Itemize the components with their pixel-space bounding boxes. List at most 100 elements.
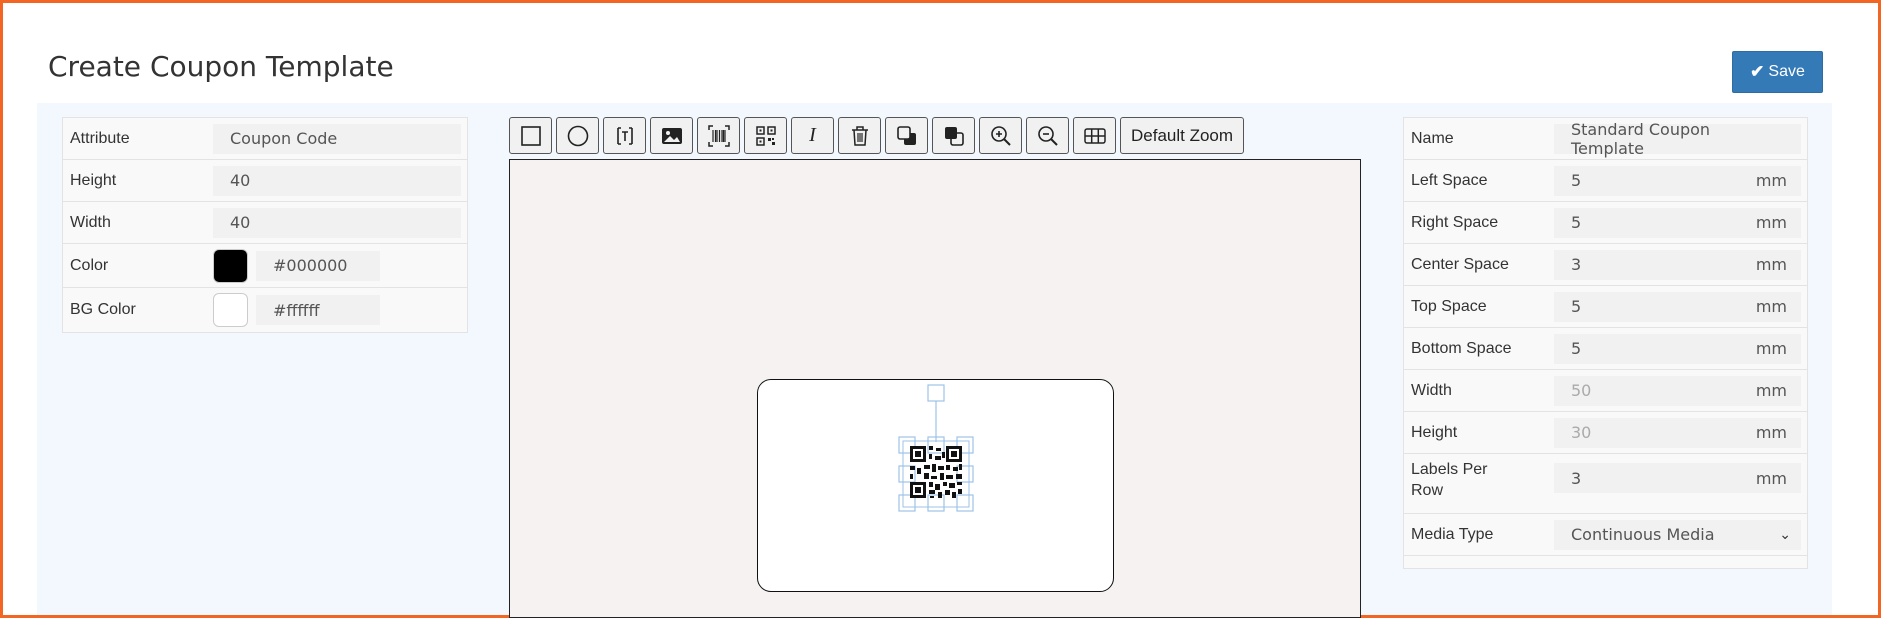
labels-per-row-unit: mm — [1755, 468, 1787, 488]
right-space-input[interactable]: 5 mm — [1554, 207, 1801, 238]
height-row: Height 40 — [63, 160, 467, 202]
qr-code-tool-button[interactable] — [744, 117, 787, 154]
image-tool-button[interactable] — [650, 117, 693, 154]
bottom-space-value: 5 — [1571, 339, 1582, 358]
zoom-out-icon — [1037, 125, 1058, 146]
width-setting-unit: mm — [1755, 381, 1787, 400]
attribute-label: Attribute — [70, 129, 130, 147]
bg-color-swatch[interactable] — [213, 293, 248, 327]
right-space-value: 5 — [1571, 213, 1582, 232]
save-button-label: Save — [1768, 63, 1805, 80]
design-toolbar: I Default Zoom — [509, 117, 1245, 154]
bg-color-label: BG Color — [70, 301, 136, 318]
attribute-input[interactable]: Coupon Code — [213, 123, 461, 154]
height-setting-value: 30 — [1571, 423, 1592, 442]
width-row: Width 40 — [63, 202, 467, 244]
name-input[interactable]: Standard Coupon Template — [1554, 120, 1801, 158]
name-row: Name Standard Coupon Template — [1404, 118, 1807, 160]
delete-button[interactable] — [838, 117, 881, 154]
check-icon: ✔ — [1750, 62, 1765, 81]
height-setting-label: Height — [1411, 423, 1458, 441]
send-backward-button[interactable] — [885, 117, 928, 154]
width-setting-row: Width 50 mm — [1404, 370, 1807, 412]
zoom-in-icon — [990, 125, 1011, 146]
attribute-panel: Attribute Coupon Code Height 40 Width 40… — [62, 117, 468, 333]
width-setting-value: 50 — [1571, 381, 1592, 400]
width-input[interactable]: 40 — [213, 207, 461, 238]
bring-forward-icon — [944, 126, 964, 146]
top-space-value: 5 — [1571, 297, 1582, 316]
bg-color-row: BG Color #ffffff — [63, 288, 467, 332]
design-canvas[interactable] — [509, 159, 1361, 618]
grid-toggle-button[interactable] — [1073, 117, 1116, 154]
text-box-icon — [616, 126, 633, 145]
qr-code-icon — [755, 125, 776, 146]
barcode-tool-button[interactable] — [697, 117, 740, 154]
width-setting-input: 50 mm — [1554, 375, 1801, 406]
left-space-value: 5 — [1571, 171, 1582, 190]
media-type-select[interactable]: Continuous Media ⌄ — [1554, 519, 1801, 550]
italic-text-tool-button[interactable]: I — [791, 117, 834, 154]
color-swatch[interactable] — [213, 248, 248, 283]
right-space-row: Right Space 5 mm — [1404, 202, 1807, 244]
color-row: Color #000000 — [63, 244, 467, 288]
height-input[interactable]: 40 — [213, 165, 461, 196]
circle-icon — [567, 125, 588, 146]
labels-per-row-label: Labels Per Row — [1411, 461, 1488, 499]
bg-color-hex-input[interactable]: #ffffff — [256, 295, 380, 325]
grid-icon — [1083, 127, 1106, 144]
default-zoom-button[interactable]: Default Zoom — [1120, 117, 1245, 154]
center-space-value: 3 — [1571, 255, 1582, 274]
labels-per-row-row: Labels Per Row 3 mm — [1404, 454, 1807, 514]
left-space-input[interactable]: 5 mm — [1554, 165, 1801, 196]
save-button[interactable]: ✔ Save — [1732, 51, 1823, 93]
attribute-row: Attribute Coupon Code — [63, 118, 467, 160]
qr-code-element[interactable] — [758, 380, 1115, 593]
media-type-row: Media Type Continuous Media ⌄ — [1404, 514, 1807, 556]
media-type-label: Media Type — [1411, 525, 1494, 543]
width-label: Width — [70, 213, 111, 231]
panel-footer-spacer — [1404, 556, 1807, 568]
bring-forward-button[interactable] — [932, 117, 975, 154]
coupon-label-preview[interactable] — [757, 379, 1114, 592]
bottom-space-unit: mm — [1755, 339, 1787, 358]
circle-tool-button[interactable] — [556, 117, 599, 154]
page-title: Create Coupon Template — [48, 50, 394, 83]
chevron-down-icon: ⌄ — [1779, 526, 1791, 543]
zoom-in-button[interactable] — [979, 117, 1022, 154]
left-space-label: Left Space — [1411, 171, 1488, 189]
labels-per-row-value: 3 — [1571, 468, 1582, 488]
right-space-label: Right Space — [1411, 213, 1499, 231]
top-space-label: Top Space — [1411, 297, 1487, 315]
italic-text-icon: I — [809, 124, 816, 146]
text-box-tool-button[interactable] — [603, 117, 646, 154]
bottom-space-input[interactable]: 5 mm — [1554, 333, 1801, 364]
rectangle-icon — [520, 125, 541, 146]
top-space-input[interactable]: 5 mm — [1554, 291, 1801, 322]
image-icon — [661, 127, 682, 144]
trash-icon — [851, 125, 868, 146]
height-setting-unit: mm — [1755, 423, 1787, 442]
labels-per-row-input[interactable]: 3 mm — [1554, 463, 1801, 493]
barcode-icon — [707, 124, 730, 147]
left-space-unit: mm — [1755, 171, 1787, 190]
left-space-row: Left Space 5 mm — [1404, 160, 1807, 202]
center-space-row: Center Space 3 mm — [1404, 244, 1807, 286]
name-label: Name — [1411, 129, 1454, 147]
center-space-unit: mm — [1755, 255, 1787, 274]
template-settings-panel: Name Standard Coupon Template Left Space… — [1403, 117, 1808, 569]
color-hex-input[interactable]: #000000 — [256, 250, 380, 281]
height-setting-input: 30 mm — [1554, 417, 1801, 448]
zoom-out-button[interactable] — [1026, 117, 1069, 154]
right-space-unit: mm — [1755, 213, 1787, 232]
media-type-value: Continuous Media — [1571, 525, 1715, 544]
rectangle-tool-button[interactable] — [509, 117, 552, 154]
top-space-unit: mm — [1755, 297, 1787, 316]
center-space-input[interactable]: 3 mm — [1554, 249, 1801, 280]
top-space-row: Top Space 5 mm — [1404, 286, 1807, 328]
color-label: Color — [70, 256, 109, 274]
width-setting-label: Width — [1411, 381, 1452, 399]
height-label: Height — [70, 171, 117, 189]
bottom-space-row: Bottom Space 5 mm — [1404, 328, 1807, 370]
center-space-label: Center Space — [1411, 255, 1509, 273]
